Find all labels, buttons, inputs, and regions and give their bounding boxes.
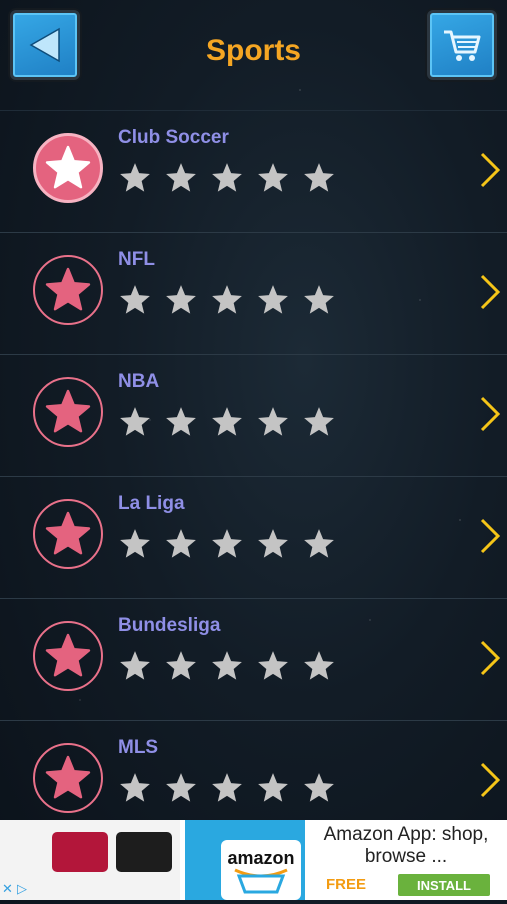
rating-star-icon <box>166 163 196 192</box>
list-item-label: Bundesliga <box>118 615 221 636</box>
rating-star-icon <box>304 529 334 558</box>
rating-star-icon <box>166 285 196 314</box>
rating-star-icon <box>258 529 288 558</box>
star-icon <box>45 633 91 677</box>
star-rating <box>118 405 336 439</box>
header: Sports <box>0 0 507 111</box>
list-item[interactable]: NFL <box>0 233 507 355</box>
rating-star-icon <box>120 651 150 680</box>
chevron-right-icon[interactable] <box>479 395 501 437</box>
category-badge <box>33 133 103 203</box>
amazon-logo: amazon <box>221 840 301 904</box>
star-icon <box>45 389 91 433</box>
ad-close-icon[interactable]: ✕ ▷ <box>2 882 27 897</box>
chevron-right-icon[interactable] <box>479 761 501 803</box>
star-icon <box>45 145 91 189</box>
rating-star-icon <box>304 651 334 680</box>
rating-star-icon <box>166 407 196 436</box>
rating-star-icon <box>212 651 242 680</box>
star-icon <box>45 511 91 555</box>
camera-image <box>116 832 172 872</box>
list-item[interactable]: Club Soccer <box>0 111 507 233</box>
star-icon <box>45 267 91 311</box>
list-item-label: MLS <box>118 737 159 758</box>
camera-image <box>52 832 108 872</box>
rating-star-icon <box>212 407 242 436</box>
rating-star-icon <box>120 285 150 314</box>
rating-star-icon <box>212 163 242 192</box>
cart-icon <box>444 30 481 61</box>
ad-headline: Amazon App: shop, browse ... <box>323 824 489 867</box>
star-icon <box>45 755 91 799</box>
chevron-right-icon[interactable] <box>479 151 501 193</box>
list-item[interactable]: NBA <box>0 355 507 477</box>
rating-star-icon <box>166 651 196 680</box>
rating-star-icon <box>258 163 288 192</box>
list-item-label: Club Soccer <box>118 127 229 148</box>
rating-star-icon <box>212 529 242 558</box>
list-item[interactable]: La Liga <box>0 477 507 599</box>
rating-star-icon <box>304 163 334 192</box>
rating-star-icon <box>212 285 242 314</box>
rating-star-icon <box>120 407 150 436</box>
category-badge <box>33 743 103 813</box>
star-rating <box>118 161 336 195</box>
rating-star-icon <box>258 407 288 436</box>
ad-price: FREE <box>326 876 367 893</box>
star-rating <box>118 283 336 317</box>
chevron-right-icon[interactable] <box>479 639 501 681</box>
category-badge <box>33 621 103 691</box>
star-rating <box>118 527 336 561</box>
category-badge <box>33 377 103 447</box>
chevron-right-icon[interactable] <box>479 517 501 559</box>
rating-star-icon <box>120 163 150 192</box>
rating-star-icon <box>166 529 196 558</box>
star-rating <box>118 771 336 805</box>
star-rating <box>118 649 336 683</box>
list-item[interactable]: Bundesliga <box>0 599 507 721</box>
rating-star-icon <box>304 285 334 314</box>
chevron-right-icon[interactable] <box>479 273 501 315</box>
category-badge <box>33 255 103 325</box>
rating-star-icon <box>304 773 334 802</box>
rating-star-icon <box>120 773 150 802</box>
cart-button[interactable] <box>427 10 497 80</box>
install-button[interactable]: INSTALL <box>398 874 490 896</box>
rating-star-icon <box>258 651 288 680</box>
rating-star-icon <box>258 285 288 314</box>
rating-star-icon <box>258 773 288 802</box>
rating-star-icon <box>304 407 334 436</box>
list-item-label: NFL <box>118 249 155 270</box>
rating-star-icon <box>120 529 150 558</box>
rating-star-icon <box>166 773 196 802</box>
list-item-label: NBA <box>118 371 160 392</box>
list-item-label: La Liga <box>118 493 185 514</box>
rating-star-icon <box>212 773 242 802</box>
category-badge <box>33 499 103 569</box>
svg-text:amazon: amazon <box>227 848 294 868</box>
